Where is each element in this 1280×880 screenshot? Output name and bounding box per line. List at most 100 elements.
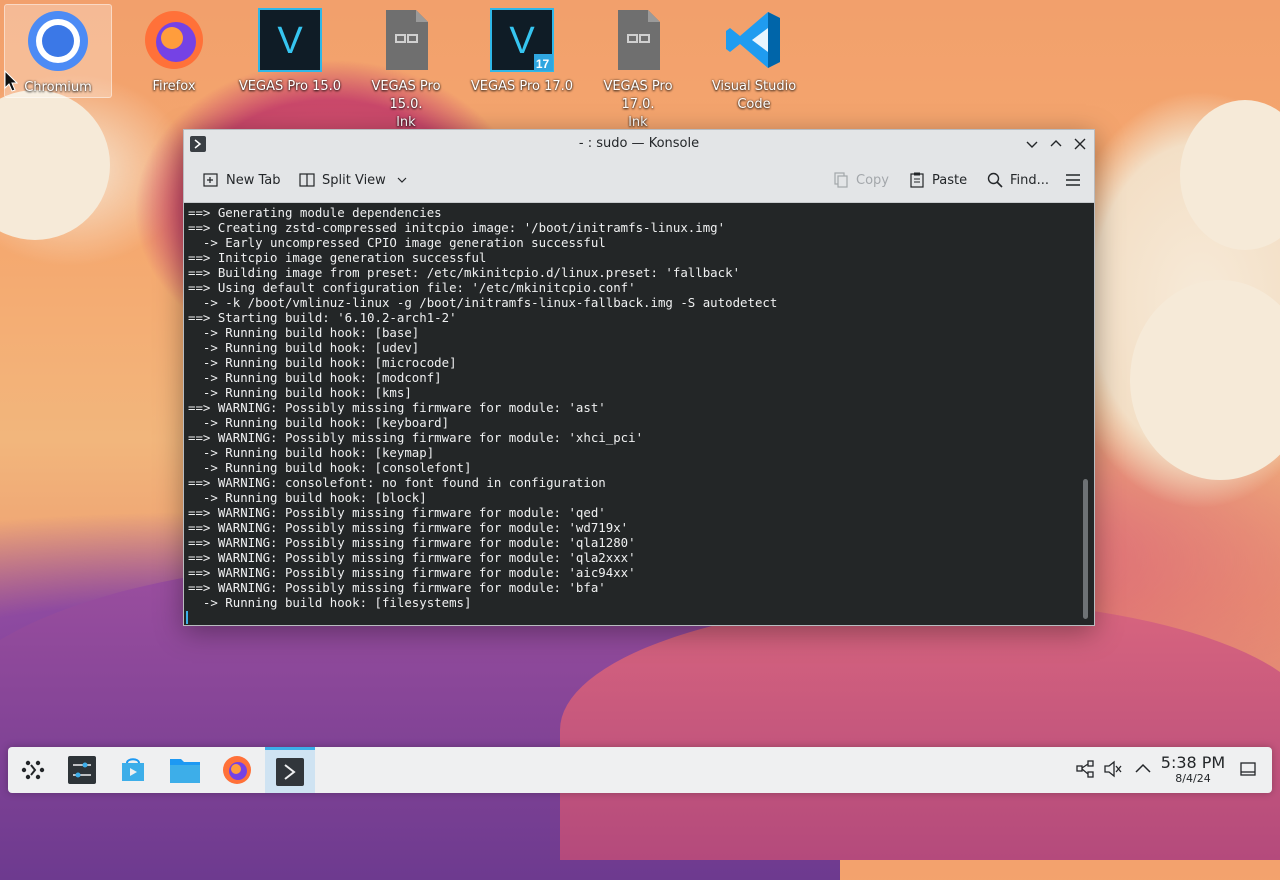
show-desktop-icon [1240, 762, 1256, 776]
terminal-line: ==> WARNING: Possibly missing firmware f… [188, 580, 606, 595]
vegas-icon: V [258, 8, 322, 72]
file-manager-icon [170, 759, 200, 783]
tray-expand-button[interactable] [1132, 758, 1154, 780]
split-view-label: Split View [322, 172, 386, 188]
terminal-line: ==> WARNING: Possibly missing firmware f… [188, 505, 606, 520]
desktop-icon-vegas-15-lnk[interactable]: VEGAS Pro 15.0. lnk [352, 4, 460, 130]
volume-muted-icon [1104, 760, 1122, 778]
taskbar-file-manager[interactable] [160, 747, 210, 793]
wallpaper-hill [560, 600, 1280, 860]
terminal-cursor [186, 611, 188, 624]
link-file-icon [606, 8, 670, 72]
terminal-line: -> Early uncompressed CPIO image generat… [202, 235, 606, 250]
version-badge: 17 [535, 57, 550, 71]
terminal-line: ==> WARNING: Possibly missing firmware f… [188, 565, 636, 580]
desktop-icon-vegas-15[interactable]: V VEGAS Pro 15.0 [236, 4, 344, 114]
terminal-line: ==> WARNING: Possibly missing firmware f… [188, 400, 606, 415]
terminal-line: ==> WARNING: consolefont: no font found … [188, 475, 606, 490]
copy-button[interactable]: Copy [826, 166, 895, 194]
vegas-17-icon: V 17 [490, 8, 554, 72]
desktop-icon-chromium[interactable]: Chromium [4, 4, 112, 98]
desktop-icon-vscode[interactable]: Visual Studio Code [700, 4, 808, 114]
system-settings-icon [68, 756, 96, 784]
discover-icon [122, 758, 144, 781]
terminal-text: ==> Generating module dependencies ==> C… [184, 203, 1094, 612]
desktop-icon-vegas-17-lnk[interactable]: VEGAS Pro 17.0. lnk [584, 4, 692, 130]
new-tab-label: New Tab [226, 172, 281, 188]
desktop-icon-label: VEGAS Pro 17.0 [470, 79, 574, 94]
close-button[interactable] [1070, 134, 1090, 154]
terminal-line: -> Running build hook: [filesystems] [202, 595, 472, 610]
desktop-icon-label: VEGAS Pro 17.0. lnk [603, 79, 673, 130]
desktop-icon-label: Chromium [24, 80, 92, 95]
show-desktop-button[interactable] [1237, 758, 1259, 780]
terminal-line: ==> Building image from preset: /etc/mki… [188, 265, 741, 280]
terminal-line: ==> WARNING: Possibly missing firmware f… [188, 520, 629, 535]
link-file-icon [374, 8, 438, 72]
tray-network[interactable] [1074, 758, 1096, 780]
desktop-icon-label: Visual Studio Code [711, 79, 797, 112]
terminal-line: -> Running build hook: [consolefont] [202, 460, 472, 475]
paste-button[interactable]: Paste [902, 166, 973, 194]
terminal-line: -> Running build hook: [microcode] [202, 355, 457, 370]
terminal-line: ==> WARNING: Possibly missing firmware f… [188, 430, 644, 445]
search-icon [987, 172, 1003, 188]
terminal-output[interactable]: ==> Generating module dependencies ==> C… [184, 203, 1094, 625]
chromium-icon [26, 9, 90, 73]
new-tab-button[interactable]: New Tab [196, 166, 287, 194]
clock-time[interactable]: 5:38 PM [1158, 753, 1228, 772]
new-tab-icon [203, 173, 218, 187]
find-label: Find... [1010, 172, 1050, 188]
taskbar-konsole[interactable] [265, 747, 315, 793]
taskbar-firefox[interactable] [212, 747, 262, 793]
svg-text:V: V [277, 20, 303, 62]
terminal-line: -> Running build hook: [udev] [202, 340, 420, 355]
terminal-line: -> Running build hook: [keyboard] [202, 415, 450, 430]
application-launcher-icon [21, 760, 45, 780]
maximize-button[interactable] [1046, 134, 1066, 154]
chevron-down-icon [1026, 141, 1038, 148]
wallpaper-cloud [1180, 100, 1280, 250]
desktop-icon-label: VEGAS Pro 15.0. lnk [371, 79, 441, 130]
desktop-icon-firefox[interactable]: Firefox [120, 4, 228, 114]
terminal-scrollbar[interactable] [1083, 479, 1088, 619]
application-launcher-button[interactable] [8, 747, 58, 793]
desktop-icon-vegas-17[interactable]: V 17 VEGAS Pro 17.0 [468, 4, 576, 114]
tray-volume[interactable] [1102, 758, 1124, 780]
split-view-icon [299, 173, 315, 187]
terminal-line: -> Running build hook: [kms] [202, 385, 412, 400]
paste-icon [910, 172, 924, 188]
chevron-up-icon [1135, 763, 1151, 773]
desktop-icon-label: Firefox [152, 79, 196, 94]
minimize-button[interactable] [1022, 134, 1042, 154]
chevron-down-icon [397, 177, 407, 183]
taskbar: 5:38 PM 8/4/24 [8, 747, 1272, 793]
svg-text:V: V [509, 20, 535, 62]
copy-icon [834, 172, 848, 188]
terminal-line: -> Running build hook: [base] [202, 325, 420, 340]
window-titlebar[interactable]: - : sudo — Konsole [184, 130, 1094, 158]
wallpaper-cloud [1130, 280, 1280, 480]
terminal-line: -> -k /boot/vmlinuz-linux -g /boot/initr… [202, 295, 778, 310]
firefox-icon [142, 8, 206, 72]
clock-date[interactable]: 8/4/24 [1158, 772, 1228, 785]
taskbar-system-settings[interactable] [57, 747, 107, 793]
konsole-toolbar: New Tab Split View Copy Paste Find... [184, 158, 1094, 203]
network-icon [1076, 760, 1094, 778]
konsole-icon [276, 757, 304, 786]
split-view-button[interactable]: Split View [292, 166, 414, 194]
terminal-line: ==> WARNING: Possibly missing firmware f… [188, 535, 636, 550]
terminal-line: ==> Using default configuration file: '/… [188, 280, 636, 295]
terminal-line: ==> Generating module dependencies [188, 205, 442, 220]
terminal-line: -> Running build hook: [keymap] [202, 445, 435, 460]
hamburger-menu-button[interactable] [1058, 166, 1088, 194]
chevron-up-icon [1050, 140, 1062, 147]
taskbar-discover[interactable] [108, 747, 158, 793]
terminal-line: -> Running build hook: [modconf] [202, 370, 442, 385]
terminal-line: ==> Initcpio image generation successful [188, 250, 487, 265]
copy-label: Copy [856, 172, 889, 188]
window-title: - : sudo — Konsole [578, 136, 700, 151]
find-button[interactable]: Find... [980, 166, 1055, 194]
terminal-line: ==> Starting build: '6.10.2-arch1-2' [188, 310, 457, 325]
konsole-window[interactable]: - : sudo — Konsole New Tab Split View Co… [183, 129, 1095, 626]
